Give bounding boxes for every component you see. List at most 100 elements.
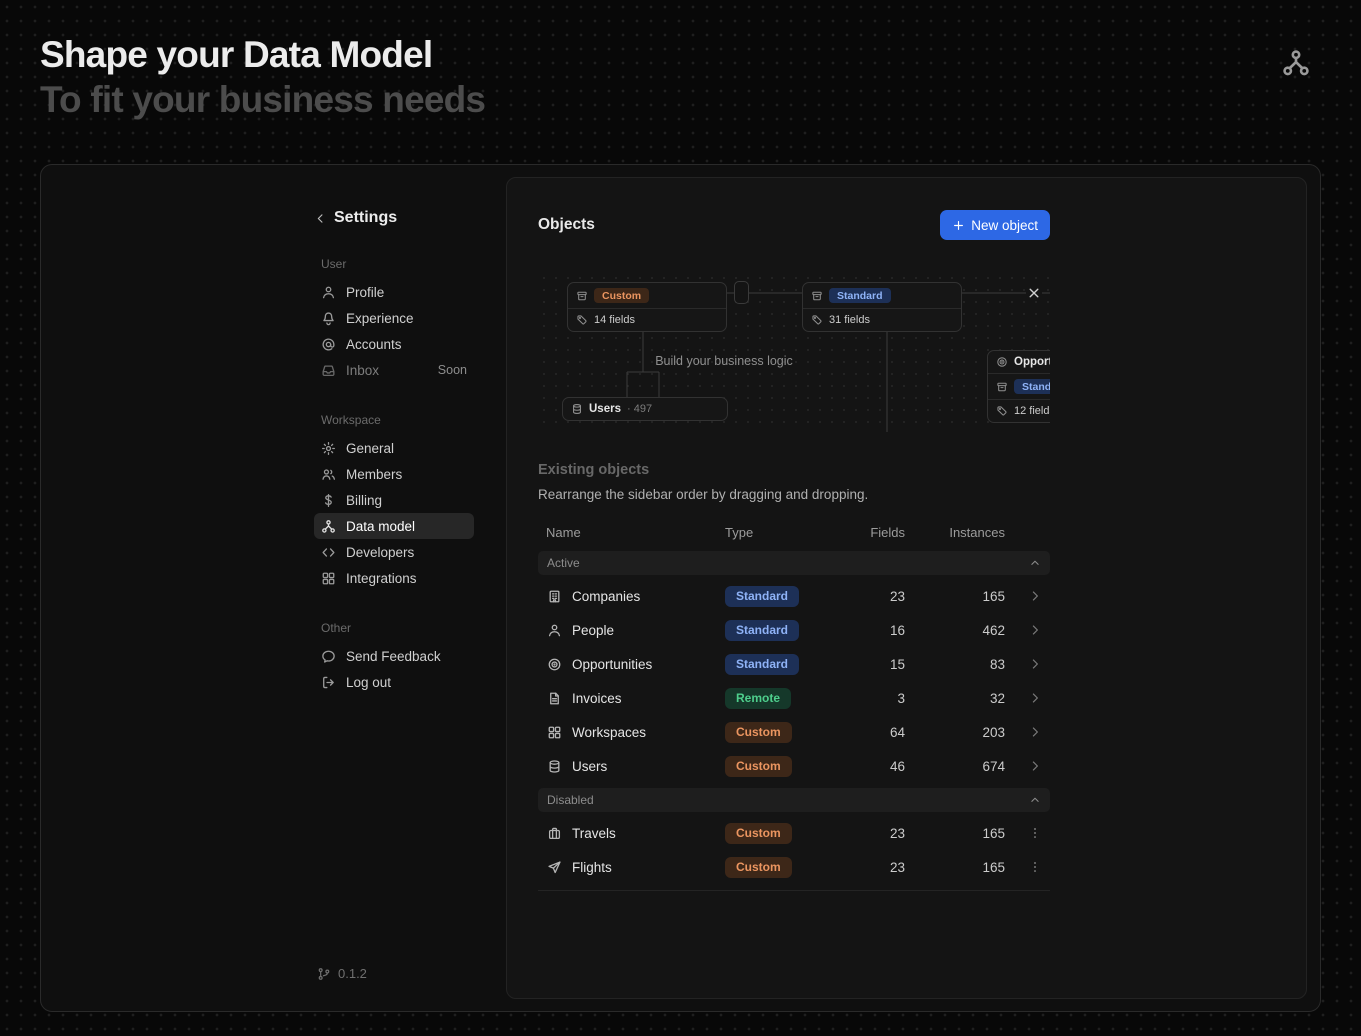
table-row-workspaces[interactable]: Workspaces Custom 64 203 [538,715,1050,749]
chat-icon [321,649,336,664]
table-row-people[interactable]: People Standard 16 462 [538,613,1050,647]
table-row-companies[interactable]: Companies Standard 23 165 [538,579,1050,613]
kebab-menu-icon[interactable] [1028,860,1042,874]
sidebar-item-billing[interactable]: Billing [314,487,474,513]
sidebar-item-integrations[interactable]: Integrations [314,565,474,591]
sidebar-item-inbox: Inbox Soon [314,357,474,383]
col-name: Name [538,525,716,540]
plus-icon [952,219,965,232]
diagram-node-custom[interactable]: Custom 14 fields [567,282,727,332]
diagram-node-standard[interactable]: Standard 31 fields [802,282,962,332]
target-icon [547,657,562,672]
sidebar-item-accounts[interactable]: Accounts [314,331,474,357]
building-icon [547,589,562,604]
type-badge: Custom [725,722,792,743]
dollar-icon [321,493,336,508]
chevron-right-icon[interactable] [1028,759,1042,773]
chevron-right-icon[interactable] [1028,589,1042,603]
nav-label: Integrations [346,571,417,586]
edge-joint[interactable] [734,281,749,304]
nav-label: General [346,441,394,456]
diagram-node-users[interactable]: Users 497 [562,397,728,421]
row-name: Travels [572,826,616,841]
group-disabled[interactable]: Disabled [538,788,1050,812]
table-row-travels[interactable]: Travels Custom 23 165 [538,816,1050,850]
fields-count: 23 [842,860,905,875]
data-model-diagram[interactable]: Custom 14 fields Standard [538,272,1050,432]
chevron-up-icon [1029,794,1041,806]
bell-icon [321,311,336,326]
type-badge: Standard [725,586,799,607]
row-name: Invoices [572,691,622,706]
nav-label: Send Feedback [346,649,441,664]
type-badge: Standard [725,654,799,675]
instances-count: 32 [905,691,1005,706]
sidebar-item-send-feedback[interactable]: Send Feedback [314,643,474,669]
sidebar-item-general[interactable]: General [314,435,474,461]
row-name: Opportunities [572,657,652,672]
user-icon [321,285,336,300]
close-icon[interactable] [1026,285,1042,301]
sidebar-item-data-model[interactable]: Data model [314,513,474,539]
instances-count: 674 [905,759,1005,774]
fields-count: 15 [842,657,905,672]
nav-label: Members [346,467,402,482]
type-badge: Custom [725,857,792,878]
standard-badge: Standard [1014,379,1050,394]
new-object-button[interactable]: New object [940,210,1050,240]
sidebar-item-profile[interactable]: Profile [314,279,474,305]
existing-objects-description: Rearrange the sidebar order by dragging … [538,487,1050,502]
sidebar-item-log-out[interactable]: Log out [314,669,474,695]
fields-count: 46 [842,759,905,774]
table-row-flights[interactable]: Flights Custom 23 165 [538,850,1050,884]
share-nodes-icon [321,519,336,534]
group-active[interactable]: Active [538,551,1050,575]
type-badge: Custom [725,823,792,844]
page-title: Shape your Data Model [40,34,485,76]
kebab-menu-icon[interactable] [1028,826,1042,840]
nav-label: Developers [346,545,414,560]
gear-icon [321,441,336,456]
tag-icon [576,314,588,326]
row-name: Flights [572,860,612,875]
fields-label: 14 fields [594,314,635,326]
diagram-node-opportunities[interactable]: Opportunities Standard 12 fields [987,350,1050,423]
tag-icon [996,405,1008,417]
section-label-user: User [321,257,474,271]
sidebar-item-developers[interactable]: Developers [314,539,474,565]
box-icon [996,381,1008,393]
objects-panel: Objects New object [506,177,1307,999]
row-name: Workspaces [572,725,646,740]
instances-count: 165 [905,860,1005,875]
sidebar-item-members[interactable]: Members [314,461,474,487]
objects-table: Name Type Fields Instances Active Compan… [538,518,1050,891]
instances-count: 203 [905,725,1005,740]
nav-label: Inbox [346,363,379,378]
table-header: Name Type Fields Instances [538,518,1050,546]
chevron-right-icon[interactable] [1028,623,1042,637]
document-icon [547,691,562,706]
col-instances: Instances [905,525,1005,540]
col-type: Type [716,525,842,540]
settings-title: Settings [334,209,397,227]
chevron-right-icon[interactable] [1028,657,1042,671]
box-icon [811,290,823,302]
table-row-opportunities[interactable]: Opportunities Standard 15 83 [538,647,1050,681]
fields-count: 16 [842,623,905,638]
table-row-users[interactable]: Users Custom 46 674 [538,749,1050,783]
sidebar-item-experience[interactable]: Experience [314,305,474,331]
instances-count: 83 [905,657,1005,672]
chevron-up-icon [1029,557,1041,569]
settings-window: Settings User Profile Experience Account… [40,164,1321,1012]
fields-count: 3 [842,691,905,706]
database-icon [571,403,583,415]
settings-back-button[interactable]: Settings [314,209,474,227]
table-row-invoices[interactable]: Invoices Remote 3 32 [538,681,1050,715]
row-name: Users [572,759,607,774]
col-fields: Fields [842,525,905,540]
chevron-right-icon[interactable] [1028,691,1042,705]
chevron-right-icon[interactable] [1028,725,1042,739]
instances-count: 165 [905,826,1005,841]
row-name: People [572,623,614,638]
suitcase-icon [547,826,562,841]
